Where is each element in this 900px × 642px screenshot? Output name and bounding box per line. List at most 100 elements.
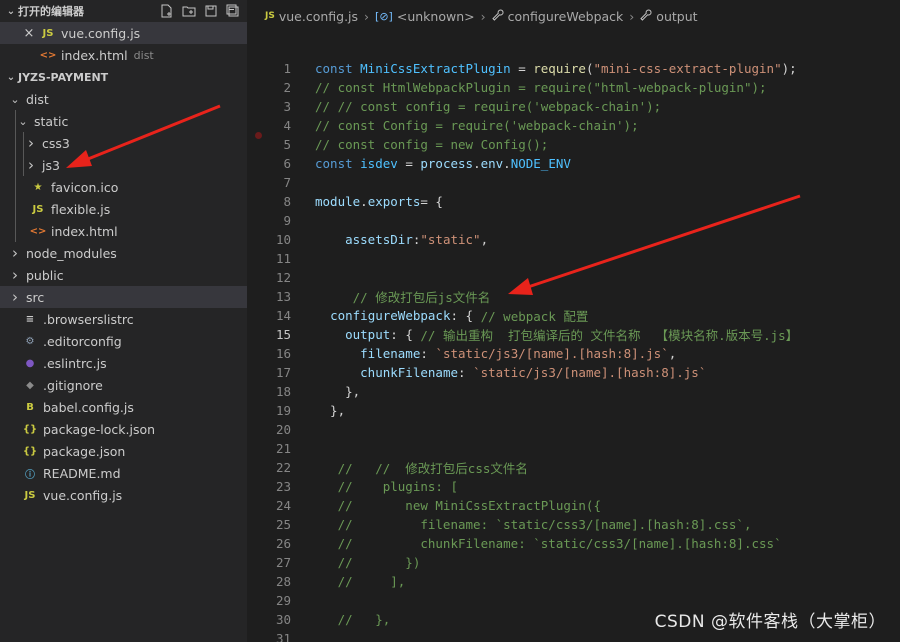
- line-number: 18: [275, 384, 291, 399]
- tree-item[interactable]: › src: [0, 286, 247, 308]
- breadcrumb-unknown-label: <unknown>: [396, 8, 475, 24]
- html-file-icon: <>: [39, 49, 57, 61]
- code-token: configureWebpack: [330, 308, 451, 323]
- chevron-right-icon: ›: [480, 8, 486, 24]
- new-file-icon[interactable]: [159, 3, 175, 19]
- close-icon[interactable]: ×: [22, 26, 36, 41]
- gear-icon: ⚙: [25, 335, 35, 347]
- code-line: 21: [247, 439, 900, 458]
- indent-guide: [23, 154, 24, 176]
- tree-item-label: vue.config.js: [43, 487, 123, 503]
- new-folder-icon[interactable]: [181, 3, 197, 19]
- tree-item[interactable]: ★ favicon.ico: [0, 176, 247, 198]
- tree-item[interactable]: ⚙ .editorconfig: [0, 330, 247, 352]
- line-number: 23: [275, 479, 291, 494]
- code-token: =: [397, 156, 421, 171]
- code-token: "mini-css-extract-plugin": [593, 61, 782, 76]
- tree-item[interactable]: ≡ .browserslistrc: [0, 308, 247, 330]
- code-line: 15 output: { // 输出重构 打包编译后的 文件名称 【模块名称.版…: [247, 325, 900, 344]
- code-line: 5 // const config = new Config();: [247, 135, 900, 154]
- code-token: "static": [420, 232, 481, 247]
- tree-item[interactable]: {} package-lock.json: [0, 418, 247, 440]
- line-number: 19: [275, 403, 291, 418]
- code-token: const: [315, 61, 361, 76]
- code-line: 27 // }): [247, 553, 900, 572]
- collapse-all-icon[interactable]: [225, 3, 241, 19]
- breadcrumb-unknown[interactable]: [⊘] <unknown>: [375, 9, 475, 24]
- tree-item[interactable]: ⌄ static: [0, 110, 247, 132]
- code-line: 22 // // 修改打包后css文件名: [247, 458, 900, 477]
- tree-item-label: public: [26, 267, 64, 283]
- tree-item[interactable]: JS flexible.js: [0, 198, 247, 220]
- project-header[interactable]: ⌄ JYZS-PAYMENT: [0, 66, 247, 88]
- code-token: // filename: `static/css3/[name].[hash:8…: [337, 517, 752, 532]
- line-number: 27: [275, 555, 291, 570]
- code-token: // ],: [337, 574, 406, 589]
- tree-item[interactable]: JS vue.config.js: [0, 484, 247, 506]
- code-token: // chunkFilename: `static/css3/[name].[h…: [337, 536, 782, 551]
- tree-item[interactable]: › js3: [0, 154, 247, 176]
- code-token: : {: [450, 308, 481, 323]
- code-line: 20: [247, 420, 900, 439]
- code-line: 24 // new MiniCssExtractPlugin({: [247, 496, 900, 515]
- code-token: );: [781, 61, 797, 76]
- code-token: isdev: [360, 156, 398, 171]
- breadcrumb-prop[interactable]: output: [640, 9, 698, 24]
- save-all-icon[interactable]: [203, 3, 219, 19]
- breadcrumb-method[interactable]: configureWebpack: [491, 9, 623, 24]
- indent-guide: [15, 198, 16, 220]
- json-file-icon: {}: [22, 445, 38, 457]
- code-line: 3 // // const config = require('webpack-c…: [247, 97, 900, 116]
- chevron-down-icon: ⌄: [6, 5, 16, 17]
- code-token: },: [315, 403, 346, 418]
- line-number: 14: [275, 308, 291, 323]
- open-editor-item[interactable]: × JS vue.config.js: [0, 22, 247, 44]
- chevron-right-icon: ›: [12, 288, 18, 306]
- code-token: output: [345, 327, 391, 342]
- explorer-sidebar: ⌄ 打开的编辑器 × JS vue.config.js <> index.htm…: [0, 0, 247, 642]
- code-token: // const HtmlWebpackPlugin = require("ht…: [315, 80, 767, 95]
- tree-item[interactable]: › css3: [0, 132, 247, 154]
- line-number: 8: [283, 194, 291, 209]
- git-icon: ◆: [26, 379, 34, 391]
- tree-item[interactable]: {} package.json: [0, 440, 247, 462]
- code-token: .: [503, 156, 511, 171]
- breadcrumb-file[interactable]: JS vue.config.js: [265, 9, 358, 24]
- code-token: assetsDir: [345, 232, 413, 247]
- tree-item-label: static: [34, 113, 69, 129]
- tree-item[interactable]: ⌄ dist: [0, 88, 247, 110]
- indent-guide: [23, 132, 24, 154]
- chevron-right-icon: ›: [629, 8, 635, 24]
- code-token: // 输出重构 打包编译后的 文件名称 【模块名称.版本号.js】: [420, 328, 799, 343]
- tree-item[interactable]: ◆ .gitignore: [0, 374, 247, 396]
- tree-item[interactable]: <> index.html: [0, 220, 247, 242]
- js-file-icon: JS: [24, 489, 36, 501]
- line-number: 7: [283, 175, 291, 190]
- tree-item-label: css3: [42, 135, 70, 151]
- code-token: ,: [668, 346, 677, 361]
- code-line: 1 const MiniCssExtractPlugin = require("m…: [247, 59, 900, 78]
- open-editors-header[interactable]: ⌄ 打开的编辑器: [0, 0, 247, 22]
- tree-item[interactable]: ● .eslintrc.js: [0, 352, 247, 374]
- watermark: CSDN @软件客栈（大掌柜）: [654, 612, 886, 632]
- tree-item[interactable]: › node_modules: [0, 242, 247, 264]
- code-line: 7: [247, 173, 900, 192]
- code-token: // plugins: [: [337, 479, 458, 494]
- code-line: 8 module. exports = {: [247, 192, 900, 211]
- line-number: 13: [275, 289, 291, 304]
- tree-item[interactable]: › public: [0, 264, 247, 286]
- js-file-icon: JS: [42, 27, 54, 39]
- indent-guide: [15, 220, 16, 242]
- babel-icon: B: [26, 401, 34, 413]
- code-editor[interactable]: 1 const MiniCssExtractPlugin = require("m…: [247, 59, 900, 642]
- tree-item[interactable]: Bbabel.config.js: [0, 396, 247, 418]
- open-editor-dir: dist: [133, 48, 154, 62]
- tree-item[interactable]: ⓘ README.md: [0, 462, 247, 484]
- code-token: chunkFilename: [360, 365, 458, 380]
- breadcrumb-file-label: vue.config.js: [278, 8, 359, 24]
- open-editor-item[interactable]: <> index.html dist: [0, 44, 247, 66]
